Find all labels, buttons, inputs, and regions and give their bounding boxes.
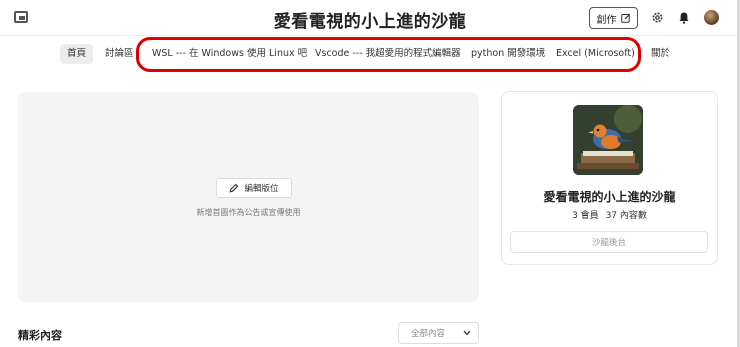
salon-name: 愛看電視的小上進的沙龍 xyxy=(543,190,676,204)
nav-item-excel[interactable]: Excel (Microsoft) xyxy=(556,44,635,64)
salon-admin-button[interactable]: 沙龍後台 xyxy=(510,231,708,253)
hero-hint: 新增首圖作為公告或宣傳使用 xyxy=(196,208,301,217)
create-button[interactable]: 創作 xyxy=(589,7,638,29)
chevron-down-icon xyxy=(463,330,471,336)
salon-cover-image xyxy=(573,105,643,175)
nav-item-home[interactable]: 首頁 xyxy=(60,44,94,64)
nav-item-discussion[interactable]: 討論區 xyxy=(105,44,134,64)
pencil-icon xyxy=(229,183,239,193)
nav-item-wsl[interactable]: WSL --- 在 Windows 使用 Linux 吧 xyxy=(152,44,307,64)
salon-profile-card: 愛看電視的小上進的沙龍 3 會員 37 內容數 沙龍後台 xyxy=(501,91,718,265)
top-header: 愛看電視的小上進的沙龍 創作 xyxy=(0,0,740,36)
featured-heading: 精彩內容 xyxy=(18,329,62,342)
create-button-label: 創作 xyxy=(596,14,617,26)
content-count: 37 內容數 xyxy=(605,211,647,221)
filter-value: 全部內容 xyxy=(411,329,446,339)
nav-item-python[interactable]: python 開發環境 xyxy=(471,44,545,64)
salon-nav: 首頁 討論區 WSL --- 在 Windows 使用 Linux 吧 Vsco… xyxy=(0,36,740,72)
bell-icon[interactable] xyxy=(677,10,691,24)
nav-item-about[interactable]: 關於 xyxy=(651,44,670,64)
edit-layout-label: 編輯版位 xyxy=(244,184,279,194)
gear-icon[interactable] xyxy=(650,10,664,24)
salon-stats: 3 會員 37 內容數 xyxy=(502,208,717,221)
hero-banner: 編輯版位 新增首圖作為公告或宣傳使用 xyxy=(18,92,479,302)
edit-icon xyxy=(620,13,630,23)
member-count: 3 會員 xyxy=(572,211,599,221)
edit-layout-button[interactable]: 編輯版位 xyxy=(216,178,292,198)
nav-item-vscode[interactable]: Vscode --- 我超愛用的程式編輯器 xyxy=(315,44,461,64)
content-filter-select[interactable]: 全部內容 xyxy=(398,322,479,344)
user-avatar[interactable] xyxy=(704,10,719,25)
